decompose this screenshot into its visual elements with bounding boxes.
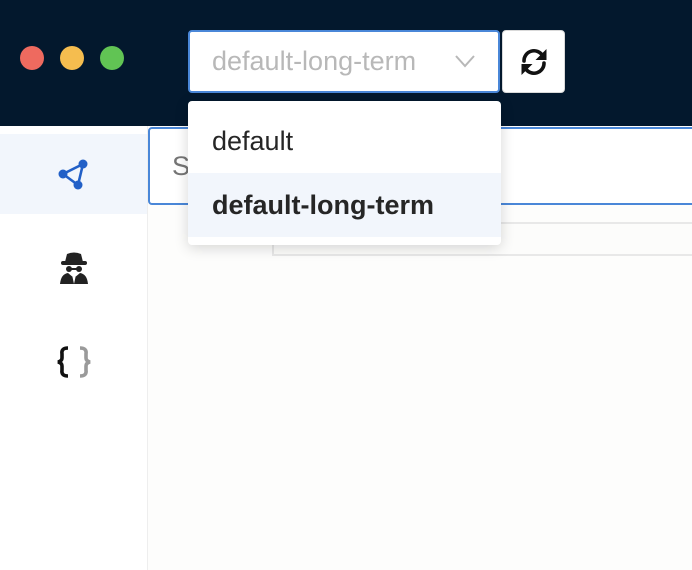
environment-dropdown-menu: default default-long-term bbox=[188, 101, 501, 245]
sidebar bbox=[0, 126, 148, 570]
window-minimize-button[interactable] bbox=[60, 46, 84, 70]
sidebar-item-json[interactable] bbox=[0, 322, 147, 402]
window-zoom-button[interactable] bbox=[100, 46, 124, 70]
sidebar-item-graph[interactable] bbox=[0, 134, 147, 214]
environment-select[interactable]: default-long-term bbox=[188, 30, 500, 93]
environment-select-value: default-long-term bbox=[212, 46, 417, 76]
chevron-down-icon bbox=[455, 55, 475, 68]
dropdown-option-default[interactable]: default bbox=[188, 109, 501, 173]
spy-icon bbox=[59, 252, 88, 284]
sidebar-item-spy[interactable] bbox=[0, 228, 147, 308]
share-nodes-icon bbox=[58, 159, 87, 190]
window-close-button[interactable] bbox=[20, 46, 44, 70]
dropdown-option-default-long-term[interactable]: default-long-term bbox=[188, 173, 501, 237]
curly-braces-icon bbox=[56, 346, 91, 378]
refresh-icon bbox=[521, 48, 546, 75]
refresh-button[interactable] bbox=[502, 30, 565, 93]
